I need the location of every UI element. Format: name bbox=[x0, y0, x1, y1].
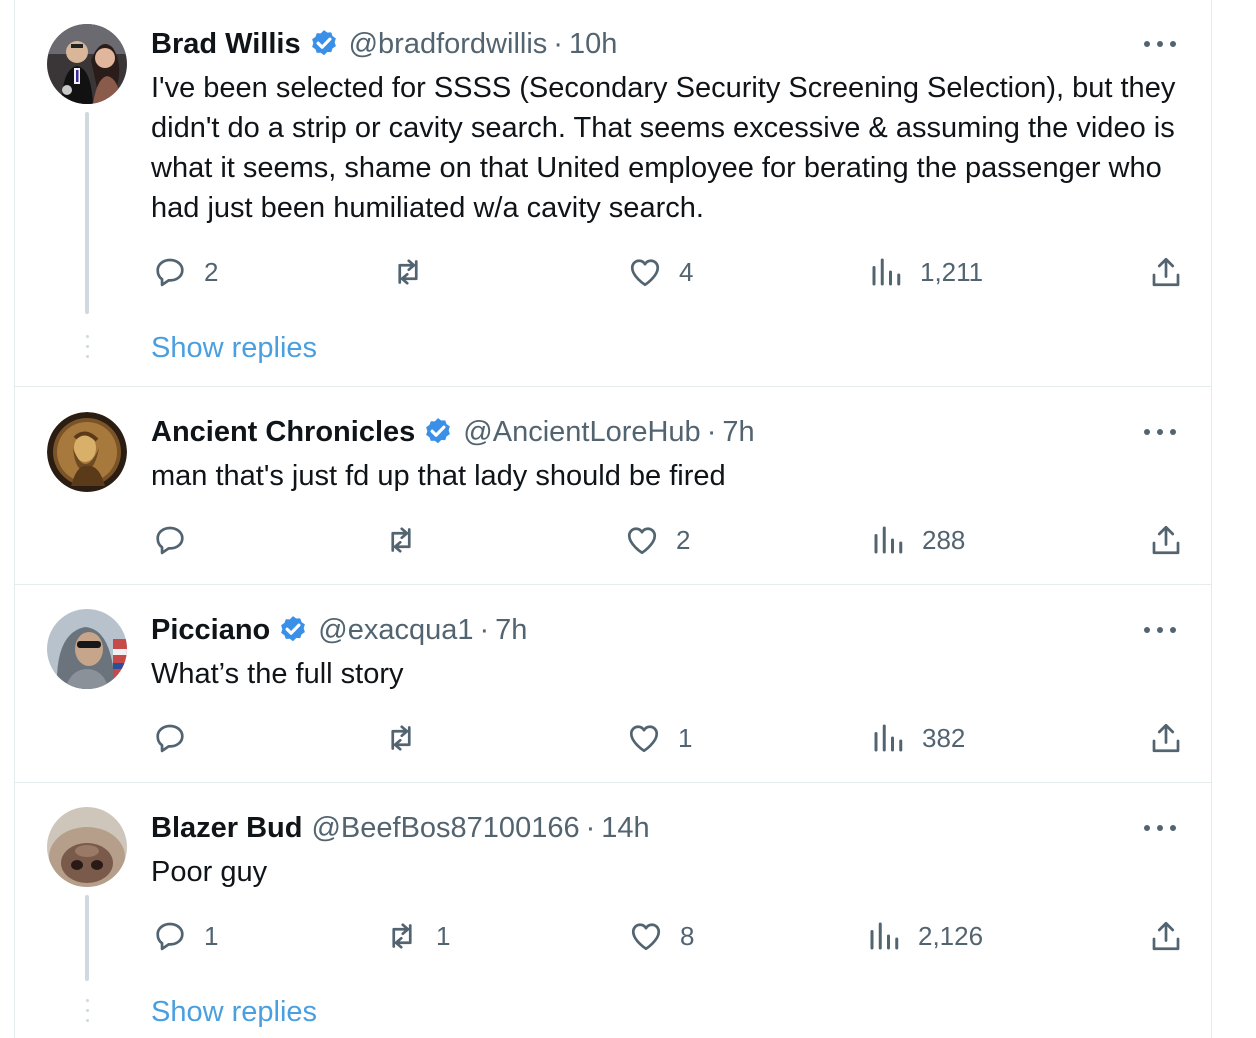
tweet-header: Ancient Chronicles @AncientLoreHub · 7h bbox=[151, 414, 755, 450]
avatar[interactable] bbox=[47, 412, 127, 492]
user-handle[interactable]: @exacqua1 bbox=[318, 614, 473, 647]
share-icon bbox=[1148, 522, 1184, 558]
tweet[interactable]: Picciano @exacqua1 · 7h What’s the full … bbox=[14, 585, 1212, 783]
tweet[interactable]: Brad Willis @bradfordwillis · 10h I've b… bbox=[14, 0, 1212, 387]
more-icon[interactable] bbox=[1144, 34, 1176, 54]
more-icon[interactable] bbox=[1144, 818, 1176, 838]
retweet-icon bbox=[383, 720, 419, 756]
like-button[interactable]: 4 bbox=[627, 254, 693, 290]
share-button[interactable] bbox=[1148, 254, 1184, 290]
tweet-text: Poor guy bbox=[151, 856, 268, 888]
like-count: 8 bbox=[680, 920, 695, 951]
separator: · bbox=[706, 415, 717, 448]
separator: · bbox=[479, 613, 490, 646]
views-button[interactable]: 2,126 bbox=[866, 918, 983, 954]
tweet-text: What’s the full story bbox=[151, 658, 404, 690]
tweet-header: Blazer Bud @BeefBos87100166 · 14h bbox=[151, 810, 650, 846]
like-count: 1 bbox=[678, 722, 693, 753]
display-name[interactable]: Brad Willis bbox=[151, 28, 301, 61]
views-icon bbox=[866, 918, 902, 954]
like-icon bbox=[626, 720, 662, 756]
verified-badge-icon bbox=[422, 416, 454, 448]
views-button[interactable]: 288 bbox=[870, 522, 965, 558]
retweet-button[interactable]: 1 bbox=[384, 918, 450, 954]
views-count: 382 bbox=[922, 722, 966, 753]
separator: · bbox=[553, 27, 563, 60]
reply-count: 1 bbox=[204, 920, 219, 951]
separator: · bbox=[585, 811, 596, 844]
retweet-button[interactable] bbox=[383, 720, 419, 756]
views-button[interactable]: 1,211 bbox=[868, 254, 983, 290]
timestamp[interactable]: 10h bbox=[569, 28, 617, 61]
tweet-header: Picciano @exacqua1 · 7h bbox=[151, 612, 527, 648]
avatar[interactable] bbox=[47, 807, 127, 887]
views-icon bbox=[870, 522, 906, 558]
verified-badge-icon bbox=[308, 28, 340, 60]
views-count: 1,211 bbox=[920, 256, 984, 287]
timestamp[interactable]: 14h bbox=[601, 812, 649, 845]
display-name[interactable]: Ancient Chronicles bbox=[151, 416, 415, 449]
avatar[interactable] bbox=[47, 24, 127, 104]
thread-line bbox=[85, 112, 89, 314]
retweet-icon bbox=[383, 522, 419, 558]
like-count: 2 bbox=[676, 524, 691, 555]
display-name[interactable]: Blazer Bud bbox=[151, 812, 302, 845]
reply-icon bbox=[152, 522, 188, 558]
thread-line bbox=[85, 895, 89, 981]
share-button[interactable] bbox=[1148, 720, 1184, 756]
user-handle[interactable]: @BeefBos87100166 bbox=[311, 812, 579, 845]
share-icon bbox=[1148, 254, 1184, 290]
tweet[interactable]: Blazer Bud @BeefBos87100166 · 14h Poor g… bbox=[14, 783, 1212, 1038]
reply-icon bbox=[152, 720, 188, 756]
verified-badge-icon bbox=[277, 614, 309, 646]
reply-button[interactable]: 2 bbox=[152, 254, 218, 290]
share-button[interactable] bbox=[1148, 918, 1184, 954]
reply-count: 2 bbox=[204, 256, 219, 287]
show-replies-link[interactable]: Show replies bbox=[151, 996, 317, 1029]
reply-icon bbox=[152, 918, 188, 954]
like-button[interactable]: 8 bbox=[628, 918, 694, 954]
like-button[interactable]: 1 bbox=[626, 720, 692, 756]
reply-button[interactable]: 1 bbox=[152, 918, 218, 954]
tweet[interactable]: Ancient Chronicles @AncientLoreHub · 7h … bbox=[14, 387, 1212, 585]
tweet-header: Brad Willis @bradfordwillis · 10h bbox=[151, 26, 617, 62]
views-icon bbox=[870, 720, 906, 756]
timestamp[interactable]: 7h bbox=[722, 416, 754, 449]
avatar[interactable] bbox=[47, 609, 127, 689]
like-icon bbox=[624, 522, 660, 558]
thread-dots bbox=[85, 335, 89, 365]
more-icon[interactable] bbox=[1144, 422, 1176, 442]
views-icon bbox=[868, 254, 904, 290]
show-replies-link[interactable]: Show replies bbox=[151, 332, 317, 365]
reply-icon bbox=[152, 254, 188, 290]
like-count: 4 bbox=[679, 256, 694, 287]
more-icon[interactable] bbox=[1144, 620, 1176, 640]
like-icon bbox=[628, 918, 664, 954]
tweet-text: man that's just fd up that lady should b… bbox=[151, 460, 726, 492]
share-icon bbox=[1148, 720, 1184, 756]
user-handle[interactable]: @bradfordwillis bbox=[349, 28, 548, 61]
thread-dots bbox=[85, 999, 89, 1029]
share-button[interactable] bbox=[1148, 522, 1184, 558]
timestamp[interactable]: 7h bbox=[495, 614, 527, 647]
views-count: 2,126 bbox=[918, 920, 984, 951]
views-count: 288 bbox=[922, 524, 966, 555]
retweet-button[interactable] bbox=[390, 254, 426, 290]
views-button[interactable]: 382 bbox=[870, 720, 965, 756]
reply-button[interactable] bbox=[152, 720, 188, 756]
like-button[interactable]: 2 bbox=[624, 522, 690, 558]
tweet-text: I've been selected for SSSS (Secondary S… bbox=[151, 72, 1176, 224]
reply-button[interactable] bbox=[152, 522, 188, 558]
retweet-count: 1 bbox=[436, 920, 451, 951]
display-name[interactable]: Picciano bbox=[151, 614, 270, 647]
retweet-button[interactable] bbox=[383, 522, 419, 558]
like-icon bbox=[627, 254, 663, 290]
retweet-icon bbox=[384, 918, 420, 954]
retweet-icon bbox=[390, 254, 426, 290]
user-handle[interactable]: @AncientLoreHub bbox=[463, 416, 700, 449]
share-icon bbox=[1148, 918, 1184, 954]
